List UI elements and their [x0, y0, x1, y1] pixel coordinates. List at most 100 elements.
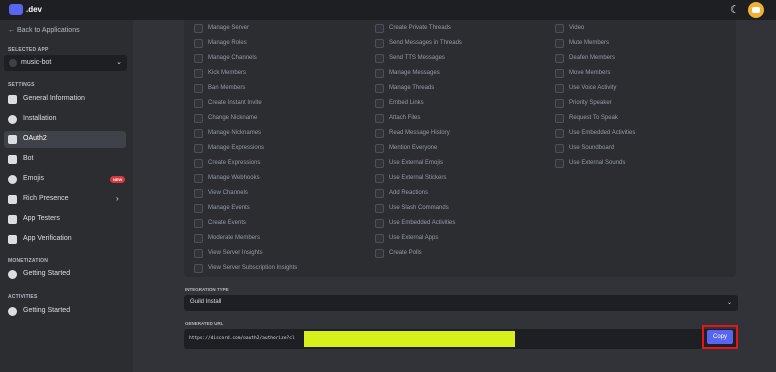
- checkbox-icon[interactable]: [194, 189, 203, 198]
- checkbox-icon[interactable]: [194, 99, 203, 108]
- selected-app-label: SELECTED APP: [8, 47, 49, 53]
- monetization-label: MONETIZATION: [8, 258, 49, 264]
- checkbox-icon[interactable]: [194, 54, 203, 63]
- scope-label: Request To Speak: [569, 115, 618, 121]
- sidebar-item-installation[interactable]: Installation: [4, 111, 126, 128]
- checkbox-icon[interactable]: [375, 189, 384, 198]
- scope-label: View Server Insights: [208, 250, 263, 256]
- sidebar-item-bot[interactable]: Bot: [4, 151, 126, 168]
- checkbox-icon[interactable]: [375, 39, 384, 48]
- checkbox-icon[interactable]: [194, 219, 203, 228]
- moon-icon[interactable]: ☾: [730, 3, 740, 17]
- sidebar-item-app-testers[interactable]: App Testers: [4, 211, 126, 228]
- scope-label: Manage Nicknames: [208, 130, 262, 136]
- scope-label: View Channels: [208, 190, 248, 196]
- verification-icon: [8, 235, 17, 244]
- integration-type-select[interactable]: Guild Install ⌄: [184, 295, 738, 311]
- sidebar-item-oauth2[interactable]: OAuth2: [4, 131, 126, 148]
- checkbox-icon[interactable]: [194, 204, 203, 213]
- sidebar-item-label: OAuth2: [23, 135, 47, 142]
- avatar[interactable]: [748, 2, 764, 18]
- checkbox-icon[interactable]: [375, 114, 384, 123]
- chevron-right-icon: ›: [116, 194, 119, 203]
- scope-label: Use Embedded Activities: [569, 130, 636, 136]
- checkbox-icon[interactable]: [194, 174, 203, 183]
- scope-label: Manage Messages: [389, 70, 440, 76]
- home-icon: [8, 95, 17, 104]
- checkbox-icon[interactable]: [194, 39, 203, 48]
- scope-label: Add Reactions: [389, 190, 429, 196]
- sidebar-item-label: App Testers: [23, 215, 60, 222]
- back-to-applications-link[interactable]: ← Back to Applications: [8, 27, 80, 34]
- checkbox-icon[interactable]: [375, 129, 384, 138]
- checkbox-icon[interactable]: [194, 249, 203, 258]
- sidebar-item-emojis[interactable]: Emojis NEW: [4, 171, 126, 188]
- checkbox-icon[interactable]: [375, 249, 384, 258]
- scope-label: Use External Apps: [389, 235, 439, 241]
- scope-label: Create Polls: [389, 250, 422, 256]
- checkbox-icon[interactable]: [375, 54, 384, 63]
- checkbox-icon[interactable]: [194, 144, 203, 153]
- sidebar-item-label: Rich Presence: [23, 195, 69, 202]
- checkbox-icon[interactable]: [194, 114, 203, 123]
- checkbox-icon[interactable]: [555, 99, 564, 108]
- scope-label: Kick Members: [208, 70, 247, 76]
- checkbox-icon[interactable]: [375, 24, 384, 33]
- app-icon: [9, 59, 17, 67]
- checkbox-icon[interactable]: [555, 114, 564, 123]
- checkbox-icon[interactable]: [375, 174, 384, 183]
- discord-logo-icon[interactable]: [9, 4, 23, 15]
- scope-label: Manage Webhooks: [208, 175, 260, 181]
- checkbox-icon[interactable]: [555, 159, 564, 168]
- checkbox-icon[interactable]: [375, 84, 384, 93]
- presence-icon: [8, 195, 17, 204]
- integration-type-value: Guild Install: [190, 299, 222, 305]
- sidebar-item-label: Getting Started: [23, 270, 71, 277]
- checkbox-icon[interactable]: [555, 39, 564, 48]
- app-selector[interactable]: music-bot ⌄: [4, 55, 127, 71]
- sidebar-item-general-information[interactable]: General Information: [4, 91, 126, 108]
- sidebar-item-label: General Information: [23, 95, 85, 102]
- checkbox-icon[interactable]: [375, 69, 384, 78]
- plus-circle-icon: [8, 307, 17, 316]
- chevron-down-icon: ⌄: [726, 300, 732, 306]
- logo-text[interactable]: .dev: [26, 5, 42, 14]
- scope-label: Create Instant Invite: [208, 100, 262, 106]
- scope-label: Use External Emojis: [389, 160, 444, 166]
- checkbox-icon[interactable]: [194, 234, 203, 243]
- checkbox-icon[interactable]: [555, 69, 564, 78]
- checkbox-icon[interactable]: [555, 84, 564, 93]
- checkbox-icon[interactable]: [194, 69, 203, 78]
- sidebar-item-activities-getting-started[interactable]: Getting Started: [4, 303, 126, 320]
- checkbox-icon[interactable]: [375, 219, 384, 228]
- scope-label: Manage Channels: [208, 55, 257, 61]
- generated-url-field[interactable]: https://discord.com/oauth2/authorize?cl: [184, 329, 738, 349]
- sidebar-item-label: Installation: [23, 115, 57, 122]
- plus-circle-icon: [8, 270, 17, 279]
- sidebar-item-app-verification[interactable]: App Verification: [4, 231, 126, 248]
- copy-button[interactable]: Copy: [707, 330, 733, 344]
- checkbox-icon[interactable]: [375, 204, 384, 213]
- scope-label: Send Messages in Threads: [389, 40, 462, 46]
- checkbox-icon[interactable]: [194, 129, 203, 138]
- checkbox-icon[interactable]: [555, 144, 564, 153]
- checkbox-icon[interactable]: [555, 129, 564, 138]
- scope-label: Moderate Members: [208, 235, 261, 241]
- scope-label: Create Events: [208, 220, 247, 226]
- checkbox-icon[interactable]: [375, 144, 384, 153]
- gear-icon: [8, 115, 17, 124]
- checkbox-icon[interactable]: [194, 84, 203, 93]
- checkbox-icon[interactable]: [375, 234, 384, 243]
- checkbox-icon[interactable]: [194, 264, 203, 273]
- checkbox-icon[interactable]: [375, 99, 384, 108]
- checkbox-icon[interactable]: [375, 159, 384, 168]
- checkbox-icon[interactable]: [555, 54, 564, 63]
- checkbox-icon[interactable]: [194, 159, 203, 168]
- sidebar-item-rich-presence[interactable]: Rich Presence ›: [4, 191, 126, 208]
- sidebar-item-monetization-getting-started[interactable]: Getting Started: [4, 266, 126, 283]
- main-content: Manage Server Manage Roles Manage Channels…: [133, 20, 776, 372]
- checkbox-icon[interactable]: [555, 24, 564, 33]
- sidebar-item-label: Emojis: [23, 175, 45, 182]
- checkbox-icon[interactable]: [194, 24, 203, 33]
- scopes-panel: Manage Server Manage Roles Manage Channels…: [184, 20, 736, 277]
